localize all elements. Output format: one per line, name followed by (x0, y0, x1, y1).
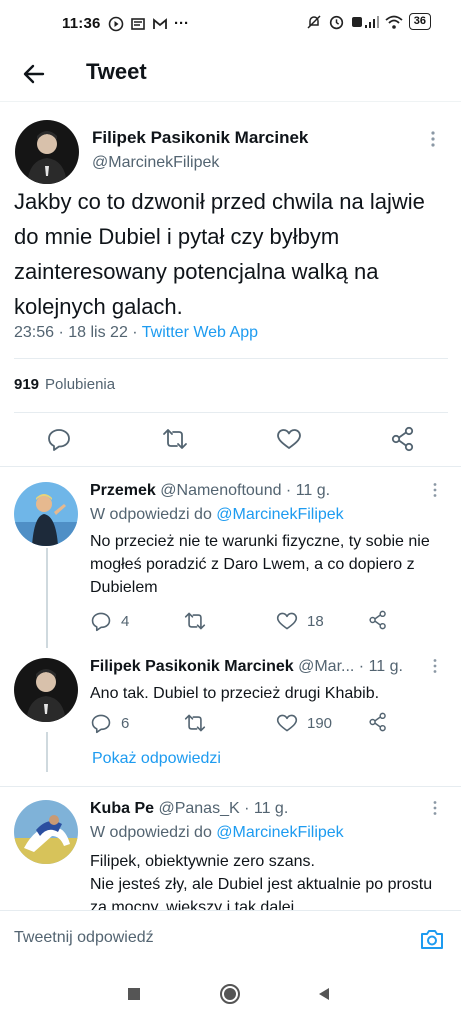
reply-author-name[interactable]: Przemek (90, 482, 156, 499)
divider (14, 412, 448, 413)
reply-icon[interactable] (46, 426, 72, 452)
share-icon[interactable] (390, 426, 416, 452)
like-icon (276, 714, 298, 732)
tweet-source[interactable]: Twitter Web App (142, 324, 258, 341)
reply-author-handle[interactable]: @Mar... · 11 g. (298, 658, 403, 675)
notification-icons: ··· (108, 15, 189, 32)
tweet-meta: 23:56 · 18 lis 22 · Twitter Web App (14, 324, 258, 342)
status-bar: 11:36 ··· 36 (0, 0, 461, 50)
likes-stat[interactable]: 919 Polubienia (14, 376, 115, 393)
reply-composer: Tweetnij odpowiedź (0, 910, 461, 968)
more-vert-icon[interactable] (432, 482, 438, 498)
reply-to-prefix: W odpowiedzi do (90, 824, 217, 841)
battery-indicator: 36 (408, 13, 431, 30)
reply-icon (91, 612, 111, 632)
top-bar: Tweet (0, 50, 461, 102)
alarm-icon (329, 15, 343, 30)
retweet-icon (184, 612, 206, 630)
avatar[interactable] (14, 658, 78, 722)
share-icon (369, 610, 386, 630)
divider (0, 466, 461, 467)
reply-text: Ano tak. Dubiel to przecież drugi Khabib… (90, 685, 380, 702)
camera-icon[interactable] (419, 926, 445, 952)
reply-author-handle[interactable]: @Namenoftound · 11 g. (160, 482, 330, 499)
reply-to-handle[interactable]: @MarcinekFilipek (216, 824, 343, 841)
retweet-icon (184, 714, 206, 732)
like-count: 18 (307, 612, 324, 630)
divider (14, 358, 448, 359)
tweet-actions (0, 426, 461, 466)
reply-button[interactable]: 6 (90, 712, 129, 734)
like-button[interactable]: 18 (276, 610, 324, 632)
author-name[interactable]: Filipek Pasikonik Marcinek (92, 128, 308, 148)
tweet-timestamp: 23:56 · 18 lis 22 · (14, 324, 142, 341)
more-vert-icon[interactable] (432, 658, 438, 674)
reply-to: W odpowiedzi do @MarcinekFilipek (90, 824, 344, 842)
reply-to: W odpowiedzi do @MarcinekFilipek (90, 506, 344, 524)
reply-actions: 6 190 (90, 712, 410, 736)
reply-header: Przemek @Namenoftound · 11 g. (90, 482, 330, 500)
reply-text: Filipek, obiektywnie zero szans. Nie jes… (90, 853, 433, 910)
reply-icon (91, 714, 111, 734)
reply-button[interactable]: 4 (90, 610, 129, 632)
show-replies-link[interactable]: Pokaż odpowiedzi (92, 750, 221, 768)
retweet-button[interactable] (184, 610, 206, 632)
reply-to-handle[interactable]: @MarcinekFilipek (216, 506, 343, 523)
wifi-icon (385, 15, 403, 29)
reply-input[interactable]: Tweetnij odpowiedź (14, 929, 154, 947)
share-button[interactable] (368, 610, 388, 630)
reply-actions: 4 18 (90, 610, 410, 634)
like-count: 190 (307, 714, 333, 732)
back-nav-icon[interactable] (316, 986, 332, 1002)
message-icon (131, 17, 145, 30)
avatar[interactable] (14, 800, 78, 864)
like-icon[interactable] (276, 426, 302, 452)
reply-text: No przecież nie te warunki fizyczne, ty … (90, 533, 430, 596)
thread-line (46, 548, 48, 648)
back-arrow-icon[interactable] (20, 60, 48, 88)
volte-signal-icon (351, 15, 379, 28)
recent-apps-icon[interactable] (126, 986, 142, 1002)
page-title: Tweet (86, 59, 147, 84)
home-icon[interactable] (219, 983, 241, 1005)
reply-author-name[interactable]: Kuba Pe (90, 800, 154, 817)
system-icons: 36 (306, 13, 431, 30)
reply-count: 4 (121, 612, 130, 630)
reply-to-prefix: W odpowiedzi do (90, 506, 217, 523)
avatar[interactable] (15, 120, 79, 184)
like-button[interactable]: 190 (276, 712, 332, 734)
mute-bell-icon (307, 14, 321, 29)
reply-author-handle[interactable]: @Panas_K · 11 g. (158, 800, 288, 817)
share-button[interactable] (368, 712, 388, 732)
likes-label: Polubienia (45, 376, 116, 393)
more-vert-icon[interactable] (432, 800, 438, 816)
reply-author-name[interactable]: Filipek Pasikonik Marcinek (90, 658, 294, 675)
reply-count: 6 (121, 714, 130, 732)
thread-line (46, 732, 48, 772)
like-icon (276, 612, 298, 630)
system-nav-bar (0, 968, 461, 1024)
tweet-text: Jakby co to dzwonił przed chwila na lajw… (14, 189, 425, 319)
retweet-icon[interactable] (162, 426, 188, 452)
play-icon (108, 16, 124, 31)
retweet-button[interactable] (184, 712, 206, 734)
divider (0, 786, 461, 787)
reply-header: Filipek Pasikonik Marcinek @Mar... · 11 … (90, 658, 403, 676)
more-notifications-icon: ··· (174, 15, 189, 32)
more-vert-icon[interactable] (430, 130, 436, 148)
likes-count: 919 (14, 376, 40, 393)
status-time: 11:36 (62, 15, 101, 32)
avatar[interactable] (14, 482, 78, 546)
gmail-icon (153, 17, 167, 29)
author-handle[interactable]: @MarcinekFilipek (92, 154, 219, 172)
share-icon (369, 712, 386, 732)
reply-header: Kuba Pe @Panas_K · 11 g. (90, 800, 288, 818)
